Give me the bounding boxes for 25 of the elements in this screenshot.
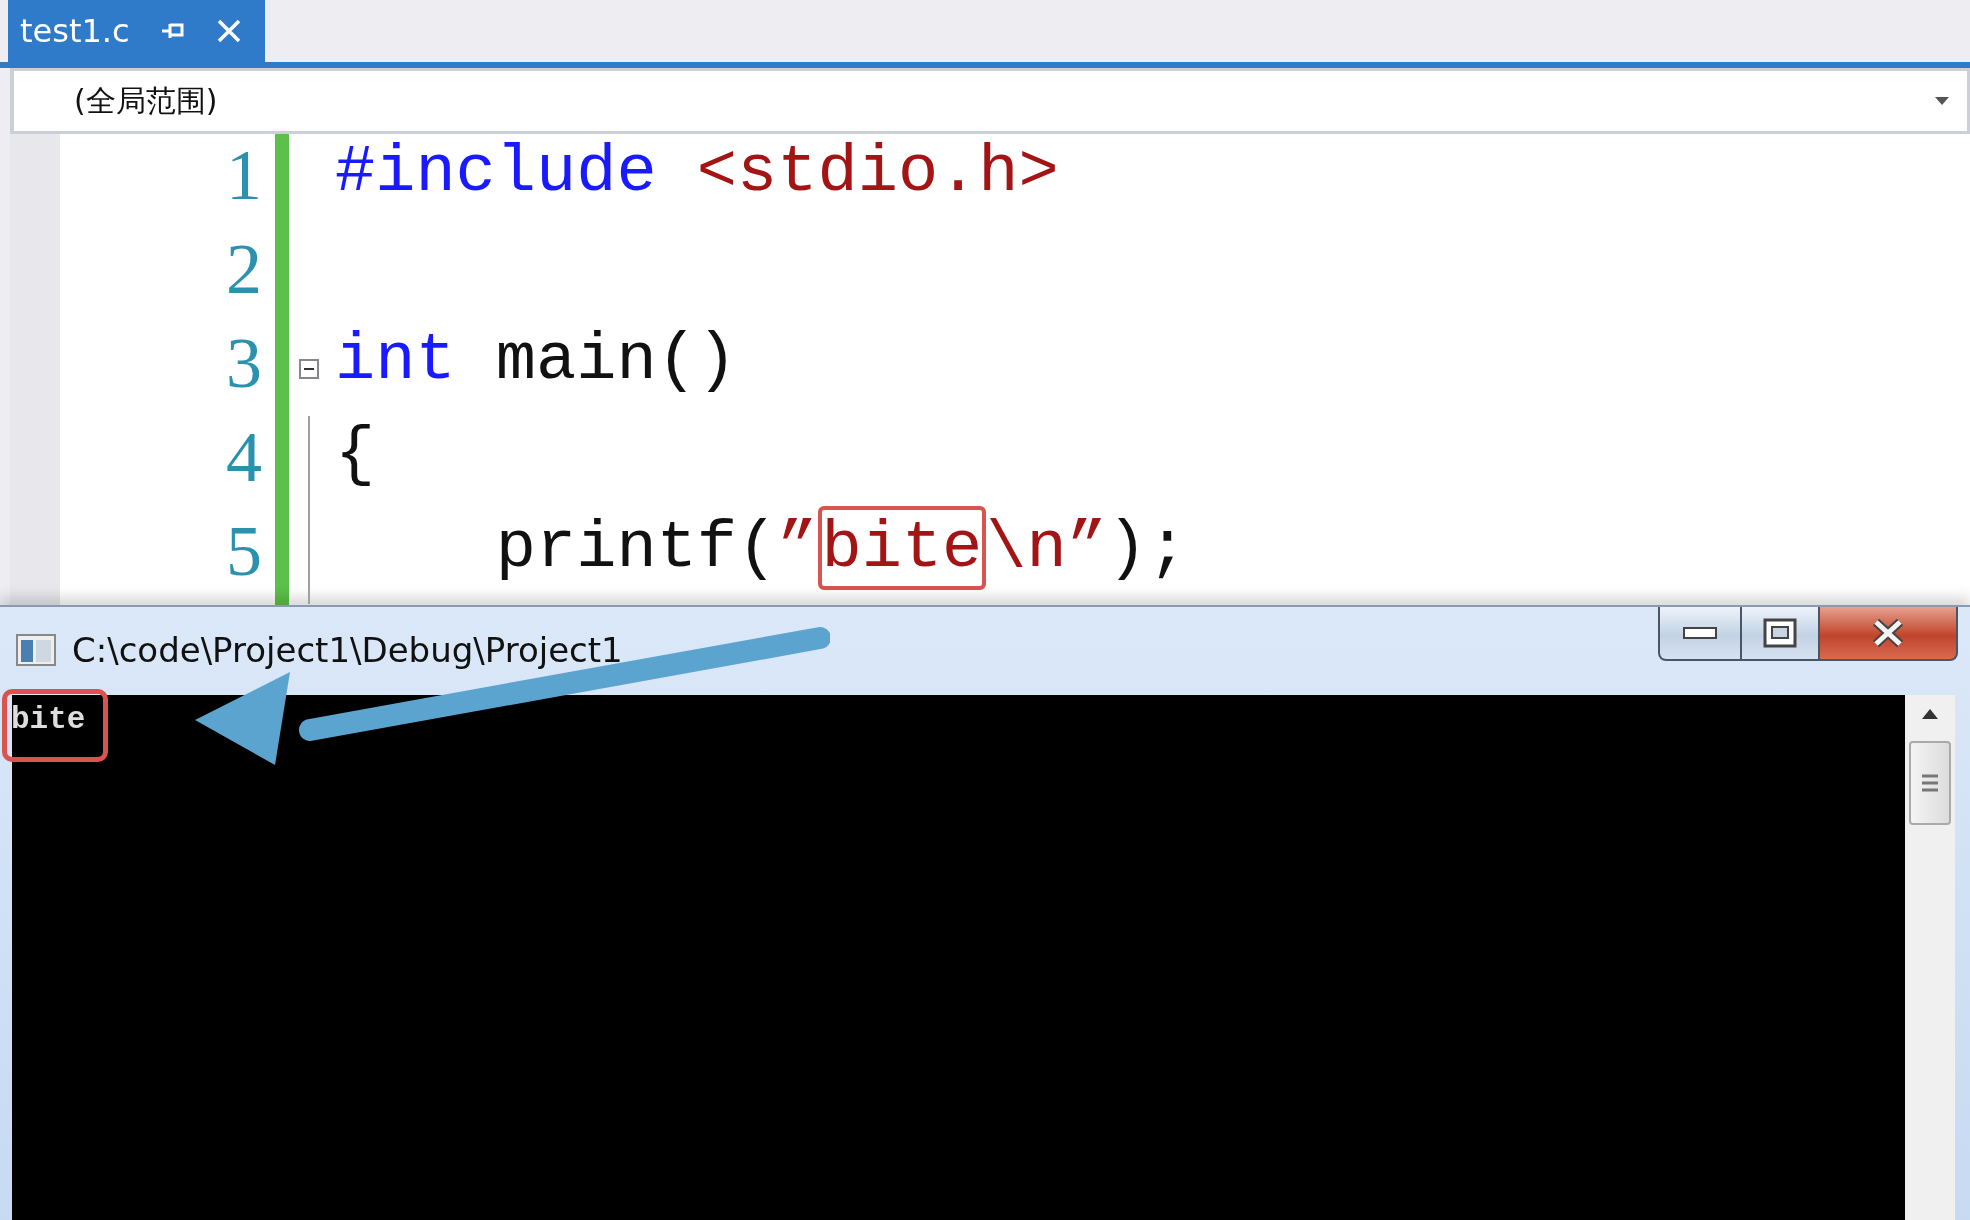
console-output: bite [2,689,109,762]
scrollbar[interactable] [1905,695,1955,1220]
code-line: int main() [335,322,739,400]
line-number: 1 [226,134,262,217]
maximize-button[interactable] [1740,607,1820,661]
close-icon [1871,618,1905,648]
minimize-icon [1683,626,1717,640]
code-line: { [335,416,377,494]
maximize-icon [1763,618,1797,648]
close-button[interactable] [1818,607,1958,661]
minimize-button[interactable] [1658,607,1742,661]
window-title: C:\code\Project1\Debug\Project1 [72,630,623,670]
line-number: 3 [226,322,262,405]
line-number: 2 [226,228,262,311]
scope-dropdown[interactable]: (全局范围) [10,68,1970,134]
line-number: 5 [226,510,262,593]
line-number: 4 [226,416,262,499]
file-tab[interactable]: test1.c [8,0,265,62]
close-icon[interactable] [215,18,242,44]
dropdown-caret-icon [1935,97,1949,105]
collapse-icon[interactable] [299,359,319,379]
code-line: #include <stdio.h> [335,134,1060,212]
scroll-up-icon[interactable] [1922,709,1938,719]
console-app-icon [16,634,56,666]
grip-icon [1922,773,1938,793]
